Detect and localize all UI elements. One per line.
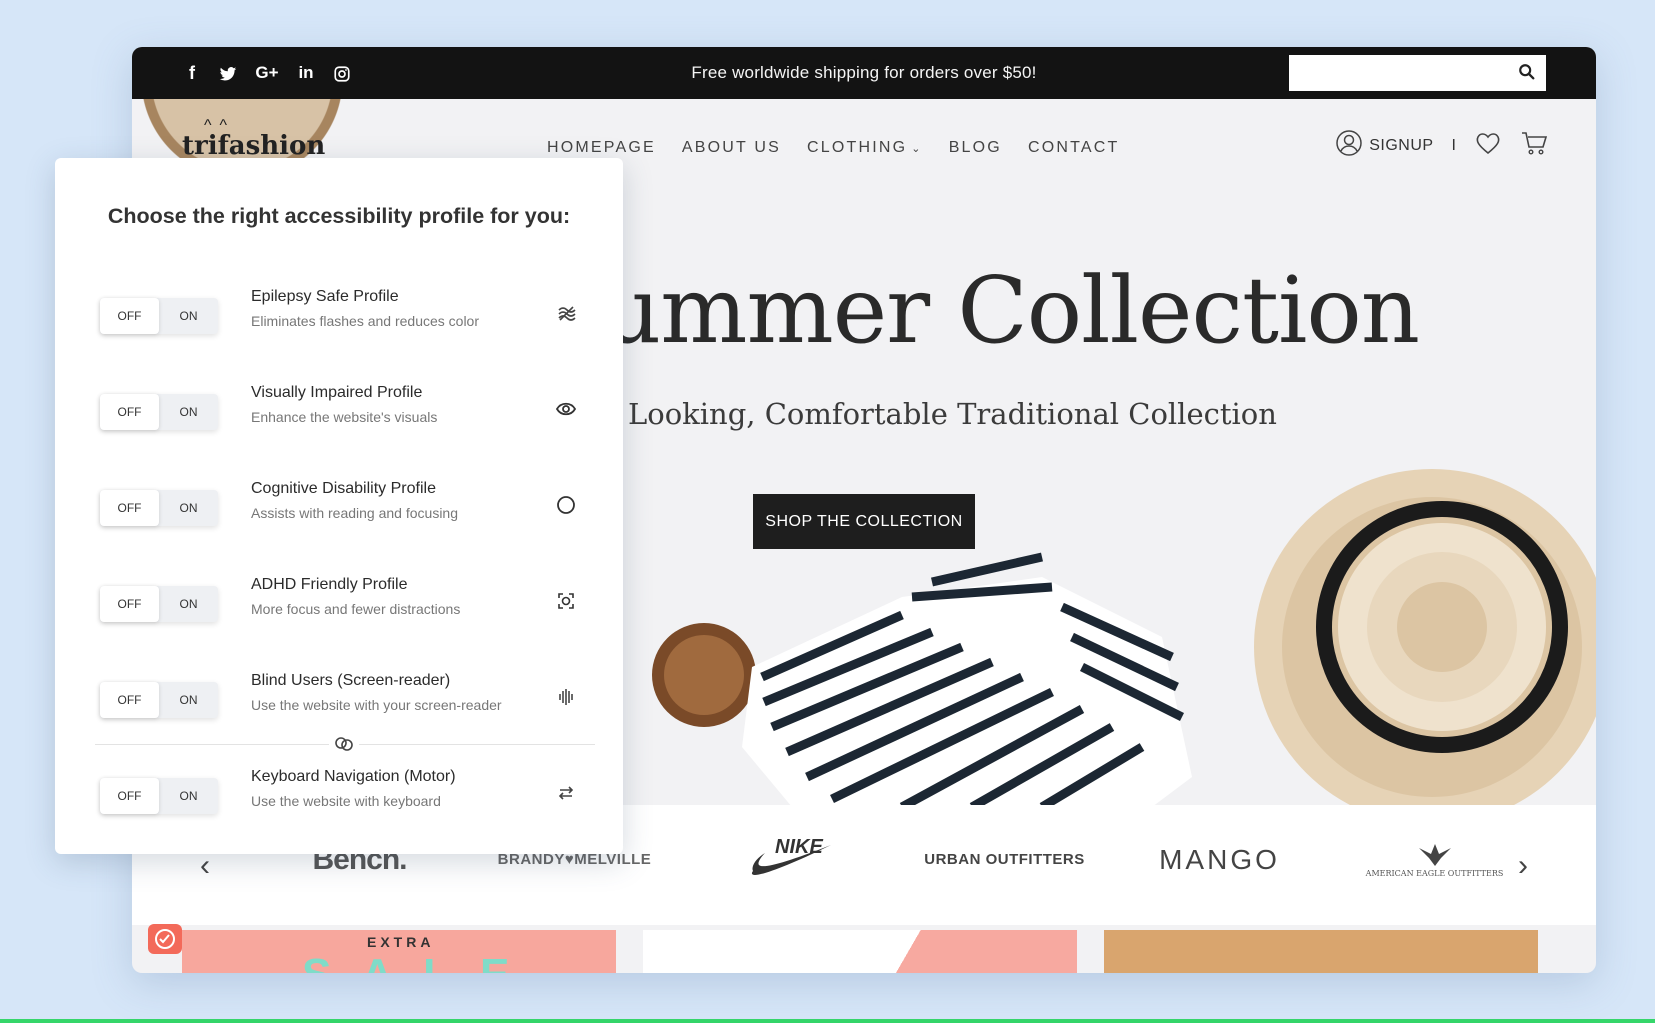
profile-description: More focus and fewer distractions bbox=[251, 601, 461, 617]
toggle-on[interactable]: ON bbox=[159, 490, 218, 526]
profile-toggle[interactable]: OFF ON bbox=[100, 490, 218, 526]
profile-description: Use the website with your screen-reader bbox=[251, 697, 502, 713]
toggle-on[interactable]: ON bbox=[159, 298, 218, 334]
accessibility-profiles-panel: Choose the right accessibility profile f… bbox=[55, 158, 623, 854]
promo-tile[interactable] bbox=[643, 930, 1077, 973]
profile-keyboard-navigation: OFF ON Keyboard Navigation (Motor) Use t… bbox=[100, 768, 580, 838]
profile-epilepsy: OFF ON Epilepsy Safe Profile Eliminates … bbox=[100, 288, 580, 358]
toggle-off[interactable]: OFF bbox=[100, 298, 159, 334]
sale-tile[interactable]: EXTRA SALE bbox=[182, 930, 616, 973]
brand-logo[interactable]: AMERICAN EAGLE OUTFITTERS bbox=[1327, 842, 1542, 878]
chevron-left-icon[interactable]: ‹ bbox=[200, 849, 210, 883]
account-area: SIGNUP I bbox=[1335, 129, 1548, 162]
toggle-on[interactable]: ON bbox=[159, 682, 218, 718]
hero-subtitle: Looking, Comfortable Traditional Collect… bbox=[628, 397, 1277, 431]
nav-contact[interactable]: CONTACT bbox=[1028, 139, 1120, 157]
wave-icon bbox=[555, 302, 579, 326]
shop-collection-button[interactable]: SHOP THE COLLECTION bbox=[753, 494, 975, 549]
toggle-on[interactable]: ON bbox=[159, 394, 218, 430]
user-icon bbox=[1335, 129, 1363, 162]
swap-arrows-icon bbox=[555, 782, 579, 806]
profile-toggle[interactable]: OFF ON bbox=[100, 586, 218, 622]
profile-toggle[interactable]: OFF ON bbox=[100, 298, 218, 334]
toggle-off[interactable]: OFF bbox=[100, 586, 159, 622]
hero-title: ummer Collection bbox=[602, 257, 1420, 364]
search-icon[interactable] bbox=[1518, 63, 1536, 81]
brand-logo-text: AMERICAN EAGLE OUTFITTERS bbox=[1365, 868, 1504, 878]
toggle-off[interactable]: OFF bbox=[100, 682, 159, 718]
signup-label: SIGNUP bbox=[1369, 136, 1434, 154]
profile-toggle[interactable]: OFF ON bbox=[100, 682, 218, 718]
chevron-down-icon: ⌄ bbox=[911, 143, 923, 155]
header-divider: I bbox=[1451, 136, 1456, 154]
profile-name: Epilepsy Safe Profile bbox=[251, 288, 399, 305]
toggle-off[interactable]: OFF bbox=[100, 394, 159, 430]
main-nav: HOMEPAGE ABOUT US CLOTHING ⌄ BLOG CONTACT bbox=[547, 139, 1120, 157]
signup-link[interactable]: SIGNUP bbox=[1335, 129, 1433, 162]
promo-tiles: EXTRA SALE bbox=[182, 930, 1538, 973]
profile-description: Eliminates flashes and reduces color bbox=[251, 313, 480, 329]
chevron-right-icon[interactable]: › bbox=[1518, 849, 1528, 883]
link-icon bbox=[329, 734, 359, 759]
eagle-icon bbox=[1418, 843, 1451, 866]
brand-logo[interactable]: MANGO bbox=[1112, 844, 1327, 876]
hero-product-image bbox=[572, 469, 1596, 807]
profile-blind-users: OFF ON Blind Users (Screen-reader) Use t… bbox=[100, 672, 580, 742]
cart-icon[interactable] bbox=[1520, 129, 1548, 162]
accessibility-icon bbox=[155, 929, 175, 949]
profile-description: Use the website with keyboard bbox=[251, 793, 441, 809]
nav-blog[interactable]: BLOG bbox=[949, 139, 1002, 157]
nav-clothing[interactable]: CLOTHING ⌄ bbox=[807, 139, 923, 157]
profile-name: Cognitive Disability Profile bbox=[251, 480, 436, 497]
panel-title: Choose the right accessibility profile f… bbox=[107, 204, 571, 228]
site-logo[interactable]: trifashion bbox=[182, 131, 325, 161]
bottom-accent-line bbox=[0, 1019, 1655, 1023]
search-input[interactable] bbox=[1289, 55, 1546, 91]
heart-icon[interactable] bbox=[1474, 129, 1502, 162]
brand-logo[interactable]: NIKE bbox=[682, 835, 897, 884]
nav-homepage[interactable]: HOMEPAGE bbox=[547, 139, 656, 157]
circle-icon bbox=[555, 494, 579, 518]
extra-label: EXTRA bbox=[367, 934, 435, 950]
nike-swoosh-icon: NIKE bbox=[751, 836, 831, 875]
sale-label: SALE bbox=[302, 950, 539, 973]
sound-bars-icon bbox=[555, 686, 579, 710]
profile-adhd: OFF ON ADHD Friendly Profile More focus … bbox=[100, 576, 580, 646]
profile-visually-impaired: OFF ON Visually Impaired Profile Enhance… bbox=[100, 384, 580, 454]
nav-clothing-label: CLOTHING bbox=[806, 139, 908, 156]
nav-about-us[interactable]: ABOUT US bbox=[682, 139, 781, 157]
profile-cognitive: OFF ON Cognitive Disability Profile Assi… bbox=[100, 480, 580, 550]
profile-name: Blind Users (Screen-reader) bbox=[251, 672, 451, 689]
top-bar: f G+ in Free worldwide shipping for orde… bbox=[132, 47, 1596, 99]
accessibility-widget-button[interactable] bbox=[148, 924, 182, 954]
toggle-on[interactable]: ON bbox=[159, 778, 218, 814]
toggle-off[interactable]: OFF bbox=[100, 490, 159, 526]
profile-description: Assists with reading and focusing bbox=[251, 505, 458, 521]
eye-icon bbox=[555, 398, 579, 422]
promo-tile[interactable] bbox=[1104, 930, 1538, 973]
brand-logo[interactable]: URBAN OUTFITTERS bbox=[897, 851, 1112, 868]
toggle-off[interactable]: OFF bbox=[100, 778, 159, 814]
profile-name: ADHD Friendly Profile bbox=[251, 576, 408, 593]
focus-icon bbox=[555, 590, 579, 614]
profile-name: Visually Impaired Profile bbox=[251, 384, 423, 401]
profile-toggle[interactable]: OFF ON bbox=[100, 394, 218, 430]
brand-logo-text: NIKE bbox=[775, 836, 823, 858]
profile-toggle[interactable]: OFF ON bbox=[100, 778, 218, 814]
toggle-on[interactable]: ON bbox=[159, 586, 218, 622]
profile-name: Keyboard Navigation (Motor) bbox=[251, 768, 456, 785]
profile-description: Enhance the website's visuals bbox=[251, 409, 438, 425]
